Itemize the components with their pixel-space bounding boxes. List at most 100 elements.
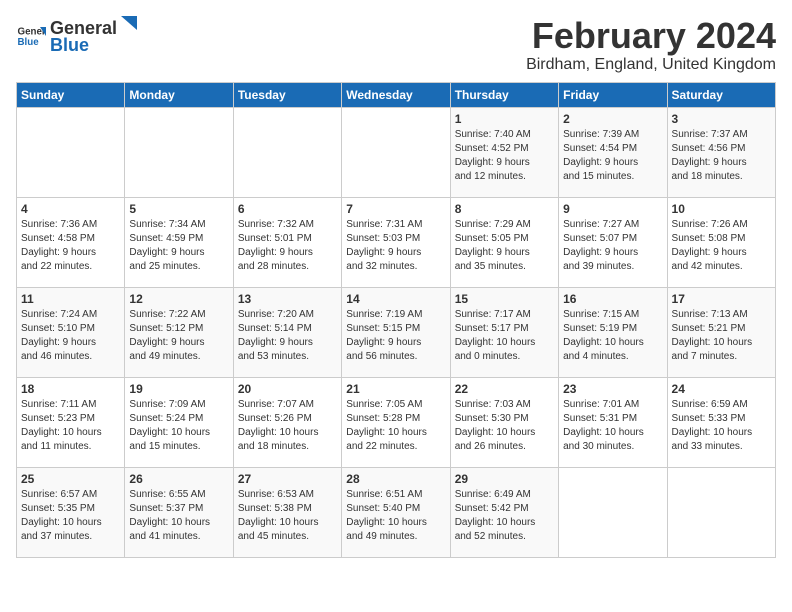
- day-number: 4: [21, 202, 120, 216]
- day-info: Sunrise: 6:51 AM Sunset: 5:40 PM Dayligh…: [346, 488, 445, 544]
- day-number: 22: [455, 382, 554, 396]
- day-number: 10: [672, 202, 771, 216]
- calendar-day-cell: 18 Sunrise: 7:11 AM Sunset: 5:23 PM Dayli…: [17, 377, 125, 467]
- calendar-day-cell: 23Sunrise: 7:01 AM Sunset: 5:31 PM Dayli…: [559, 377, 667, 467]
- calendar-day-cell: [559, 467, 667, 557]
- calendar-day-cell: 29 Sunrise: 6:49 AM Sunset: 5:42 PM Dayli…: [450, 467, 558, 557]
- day-of-week-header: Sunday: [17, 82, 125, 107]
- day-info: Sunrise: 7:40 AM Sunset: 4:52 PM Dayligh…: [455, 128, 554, 184]
- calendar-day-cell: 9Sunrise: 7:27 AM Sunset: 5:07 PM Daylig…: [559, 197, 667, 287]
- calendar-day-cell: 25 Sunrise: 6:57 AM Sunset: 5:35 PM Dayli…: [17, 467, 125, 557]
- logo-arrow-icon: [119, 16, 137, 34]
- calendar-day-cell: 26 Sunrise: 6:55 AM Sunset: 5:37 PM Dayli…: [125, 467, 233, 557]
- day-info: Sunrise: 7:15 AM Sunset: 5:19 PM Dayligh…: [563, 308, 662, 364]
- day-of-week-header: Friday: [559, 82, 667, 107]
- day-info: Sunrise: 7:17 AM Sunset: 5:17 PM Dayligh…: [455, 308, 554, 364]
- day-info: Sunrise: 7:26 AM Sunset: 5:08 PM Dayligh…: [672, 218, 771, 274]
- day-number: 13: [238, 292, 337, 306]
- calendar-day-cell: 24 Sunrise: 6:59 AM Sunset: 5:33 PM Dayli…: [667, 377, 775, 467]
- calendar-day-cell: [17, 107, 125, 197]
- day-number: 8: [455, 202, 554, 216]
- day-info: Sunrise: 6:53 AM Sunset: 5:38 PM Dayligh…: [238, 488, 337, 544]
- day-number: 9: [563, 202, 662, 216]
- calendar-day-cell: 8Sunrise: 7:29 AM Sunset: 5:05 PM Daylig…: [450, 197, 558, 287]
- day-of-week-header: Tuesday: [233, 82, 341, 107]
- day-of-week-header: Wednesday: [342, 82, 450, 107]
- day-info: Sunrise: 7:37 AM Sunset: 4:56 PM Dayligh…: [672, 128, 771, 184]
- calendar-week-row: 4 Sunrise: 7:36 AM Sunset: 4:58 PM Daylig…: [17, 197, 776, 287]
- day-number: 26: [129, 472, 228, 486]
- calendar-day-cell: 22 Sunrise: 7:03 AM Sunset: 5:30 PM Dayli…: [450, 377, 558, 467]
- day-number: 2: [563, 112, 662, 126]
- day-info: Sunrise: 7:03 AM Sunset: 5:30 PM Dayligh…: [455, 398, 554, 454]
- day-number: 20: [238, 382, 337, 396]
- day-info: Sunrise: 7:22 AM Sunset: 5:12 PM Dayligh…: [129, 308, 228, 364]
- day-info: Sunrise: 7:20 AM Sunset: 5:14 PM Dayligh…: [238, 308, 337, 364]
- calendar-day-cell: 12 Sunrise: 7:22 AM Sunset: 5:12 PM Dayli…: [125, 287, 233, 377]
- calendar-day-cell: [342, 107, 450, 197]
- day-number: 11: [21, 292, 120, 306]
- day-info: Sunrise: 7:34 AM Sunset: 4:59 PM Dayligh…: [129, 218, 228, 274]
- day-number: 27: [238, 472, 337, 486]
- day-info: Sunrise: 6:49 AM Sunset: 5:42 PM Dayligh…: [455, 488, 554, 544]
- day-info: Sunrise: 7:24 AM Sunset: 5:10 PM Dayligh…: [21, 308, 120, 364]
- calendar-day-cell: 3 Sunrise: 7:37 AM Sunset: 4:56 PM Daylig…: [667, 107, 775, 197]
- day-number: 1: [455, 112, 554, 126]
- logo-icon: General Blue: [16, 21, 46, 51]
- calendar-day-cell: 7 Sunrise: 7:31 AM Sunset: 5:03 PM Daylig…: [342, 197, 450, 287]
- day-number: 15: [455, 292, 554, 306]
- calendar-week-row: 25 Sunrise: 6:57 AM Sunset: 5:35 PM Dayli…: [17, 467, 776, 557]
- day-number: 6: [238, 202, 337, 216]
- month-title: February 2024: [526, 16, 776, 56]
- calendar-day-cell: 15 Sunrise: 7:17 AM Sunset: 5:17 PM Dayli…: [450, 287, 558, 377]
- day-number: 19: [129, 382, 228, 396]
- day-info: Sunrise: 7:39 AM Sunset: 4:54 PM Dayligh…: [563, 128, 662, 184]
- day-number: 29: [455, 472, 554, 486]
- calendar-day-cell: 11 Sunrise: 7:24 AM Sunset: 5:10 PM Dayli…: [17, 287, 125, 377]
- day-info: Sunrise: 7:19 AM Sunset: 5:15 PM Dayligh…: [346, 308, 445, 364]
- day-number: 14: [346, 292, 445, 306]
- calendar-day-cell: 28 Sunrise: 6:51 AM Sunset: 5:40 PM Dayli…: [342, 467, 450, 557]
- day-number: 12: [129, 292, 228, 306]
- calendar-week-row: 1 Sunrise: 7:40 AM Sunset: 4:52 PM Daylig…: [17, 107, 776, 197]
- logo: General Blue General Blue: [16, 16, 137, 56]
- day-number: 24: [672, 382, 771, 396]
- day-number: 17: [672, 292, 771, 306]
- day-info: Sunrise: 7:01 AM Sunset: 5:31 PM Dayligh…: [563, 398, 662, 454]
- day-info: Sunrise: 7:09 AM Sunset: 5:24 PM Dayligh…: [129, 398, 228, 454]
- day-number: 16: [563, 292, 662, 306]
- calendar-week-row: 18 Sunrise: 7:11 AM Sunset: 5:23 PM Dayli…: [17, 377, 776, 467]
- day-of-week-header: Monday: [125, 82, 233, 107]
- day-info: Sunrise: 6:59 AM Sunset: 5:33 PM Dayligh…: [672, 398, 771, 454]
- calendar-day-cell: [233, 107, 341, 197]
- day-number: 3: [672, 112, 771, 126]
- calendar-day-cell: [125, 107, 233, 197]
- day-info: Sunrise: 7:13 AM Sunset: 5:21 PM Dayligh…: [672, 308, 771, 364]
- calendar-day-cell: 17 Sunrise: 7:13 AM Sunset: 5:21 PM Dayli…: [667, 287, 775, 377]
- day-number: 7: [346, 202, 445, 216]
- calendar-day-cell: 10 Sunrise: 7:26 AM Sunset: 5:08 PM Dayli…: [667, 197, 775, 287]
- day-number: 25: [21, 472, 120, 486]
- calendar-week-row: 11 Sunrise: 7:24 AM Sunset: 5:10 PM Dayli…: [17, 287, 776, 377]
- day-info: Sunrise: 7:11 AM Sunset: 5:23 PM Dayligh…: [21, 398, 120, 454]
- calendar-day-cell: 14 Sunrise: 7:19 AM Sunset: 5:15 PM Dayli…: [342, 287, 450, 377]
- calendar-day-cell: 21Sunrise: 7:05 AM Sunset: 5:28 PM Dayli…: [342, 377, 450, 467]
- calendar-header-row: SundayMondayTuesdayWednesdayThursdayFrid…: [17, 82, 776, 107]
- day-info: Sunrise: 6:55 AM Sunset: 5:37 PM Dayligh…: [129, 488, 228, 544]
- day-info: Sunrise: 7:07 AM Sunset: 5:26 PM Dayligh…: [238, 398, 337, 454]
- day-info: Sunrise: 7:31 AM Sunset: 5:03 PM Dayligh…: [346, 218, 445, 274]
- calendar-day-cell: 1 Sunrise: 7:40 AM Sunset: 4:52 PM Daylig…: [450, 107, 558, 197]
- calendar-day-cell: 2 Sunrise: 7:39 AM Sunset: 4:54 PM Daylig…: [559, 107, 667, 197]
- day-info: Sunrise: 6:57 AM Sunset: 5:35 PM Dayligh…: [21, 488, 120, 544]
- day-info: Sunrise: 7:32 AM Sunset: 5:01 PM Dayligh…: [238, 218, 337, 274]
- day-number: 18: [21, 382, 120, 396]
- page-header: General Blue General Blue February 2024 …: [16, 16, 776, 74]
- day-info: Sunrise: 7:36 AM Sunset: 4:58 PM Dayligh…: [21, 218, 120, 274]
- svg-text:Blue: Blue: [18, 37, 40, 48]
- calendar-day-cell: 5Sunrise: 7:34 AM Sunset: 4:59 PM Daylig…: [125, 197, 233, 287]
- calendar-day-cell: 13 Sunrise: 7:20 AM Sunset: 5:14 PM Dayli…: [233, 287, 341, 377]
- day-of-week-header: Saturday: [667, 82, 775, 107]
- calendar-day-cell: 19 Sunrise: 7:09 AM Sunset: 5:24 PM Dayli…: [125, 377, 233, 467]
- calendar-day-cell: 20 Sunrise: 7:07 AM Sunset: 5:26 PM Dayli…: [233, 377, 341, 467]
- day-number: 28: [346, 472, 445, 486]
